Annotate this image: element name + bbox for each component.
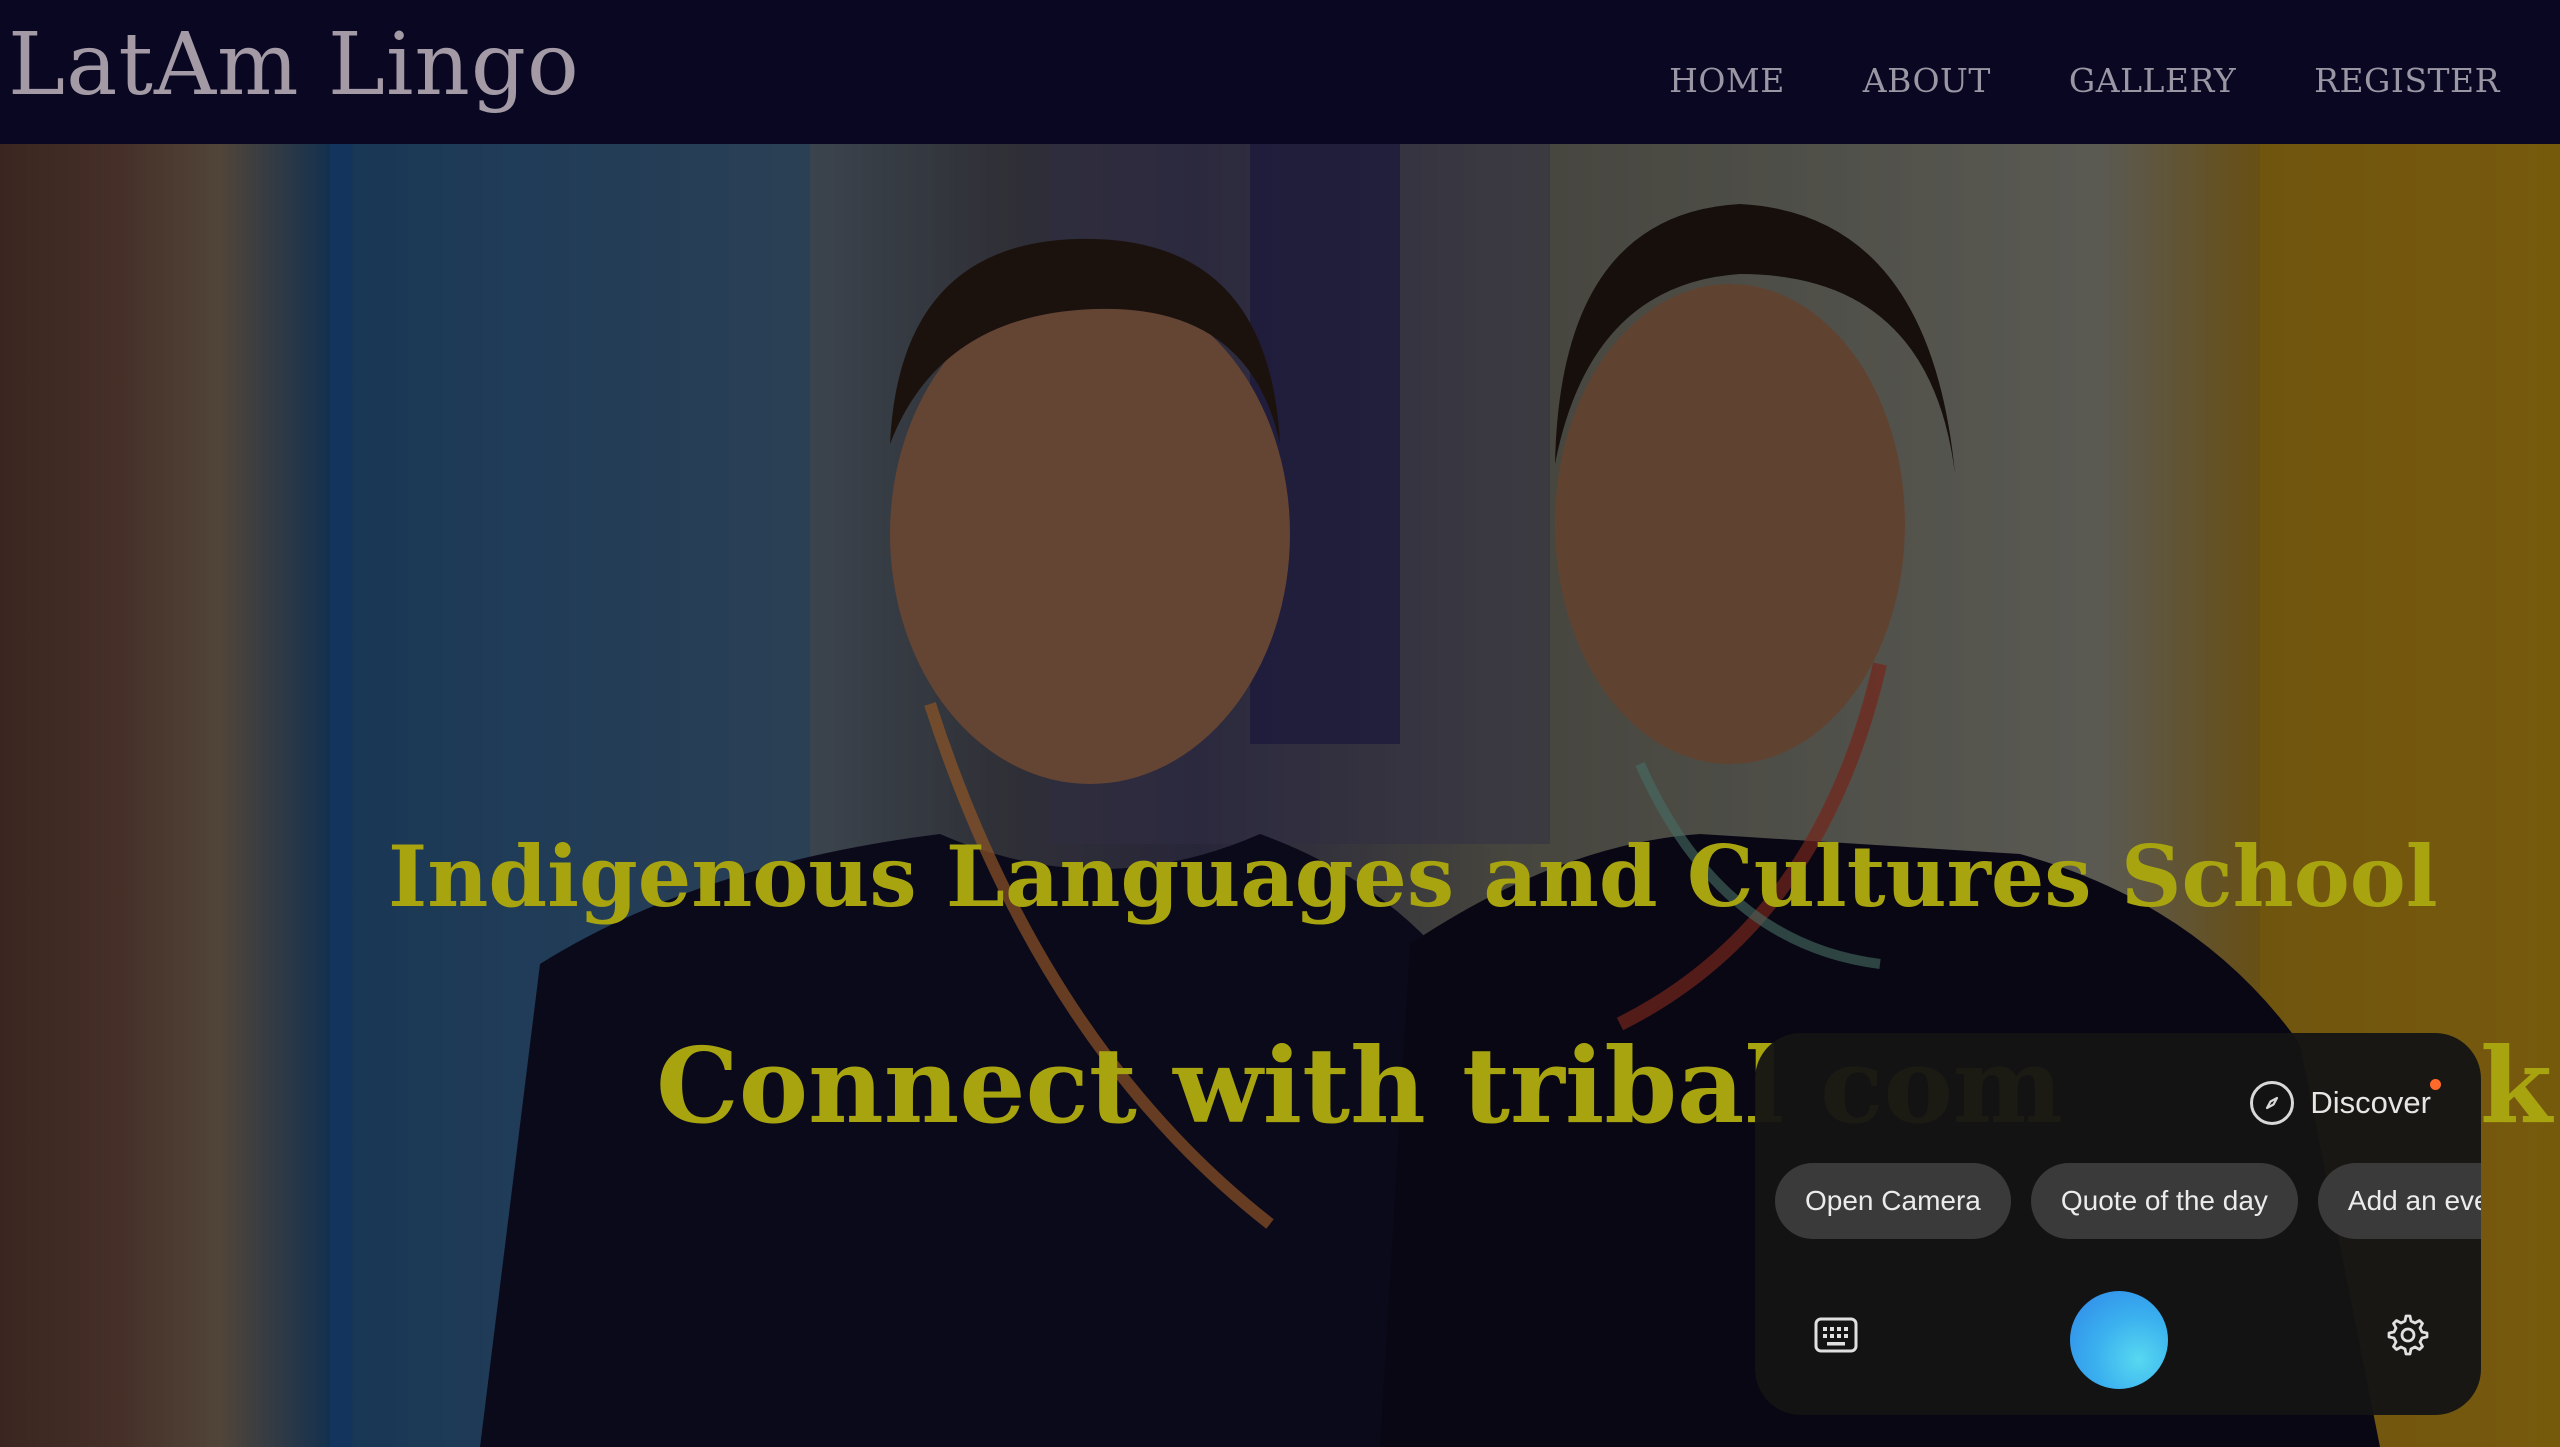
hero-subtitle-tail: k t xyxy=(2480,1024,2560,1147)
chip-quote-of-the-day[interactable]: Quote of the day xyxy=(2030,1163,2298,1239)
assistant-orb[interactable] xyxy=(2070,1291,2168,1389)
nav-home-link[interactable]: HOME xyxy=(1669,61,1785,100)
notification-dot xyxy=(2430,1079,2441,1090)
suggestion-chips: Open Camera Quote of the day Add an eve xyxy=(1775,1163,2481,1239)
keyboard-button[interactable] xyxy=(1813,1312,1859,1358)
brand-logo[interactable]: LatAm Lingo xyxy=(8,15,580,115)
hero-title: Indigenous Languages and Cultures School xyxy=(388,827,2438,926)
top-navbar: LatAm Lingo HOME ABOUT GALLERY REGISTER xyxy=(0,0,2560,144)
settings-button[interactable] xyxy=(2385,1312,2431,1358)
gear-icon xyxy=(2387,1314,2429,1356)
discover-button[interactable]: Discover xyxy=(2250,1079,2441,1125)
page: LatAm Lingo HOME ABOUT GALLERY REGISTER xyxy=(0,0,2560,1447)
chip-open-camera[interactable]: Open Camera xyxy=(1775,1163,2011,1239)
keyboard-icon xyxy=(1814,1317,1858,1353)
compass-icon xyxy=(2250,1081,2295,1125)
nav-gallery-link[interactable]: GALLERY xyxy=(2069,61,2236,100)
main-nav: HOME ABOUT GALLERY REGISTER xyxy=(1669,61,2500,100)
assistant-controls xyxy=(1755,1285,2481,1389)
chip-add-event[interactable]: Add an eve xyxy=(2317,1163,2481,1239)
assistant-panel: Discover Open Camera Quote of the day Ad… xyxy=(1755,1033,2481,1415)
discover-label: Discover xyxy=(2310,1085,2431,1120)
nav-register-link[interactable]: REGISTER xyxy=(2314,61,2500,100)
nav-about-link[interactable]: ABOUT xyxy=(1863,61,1991,100)
